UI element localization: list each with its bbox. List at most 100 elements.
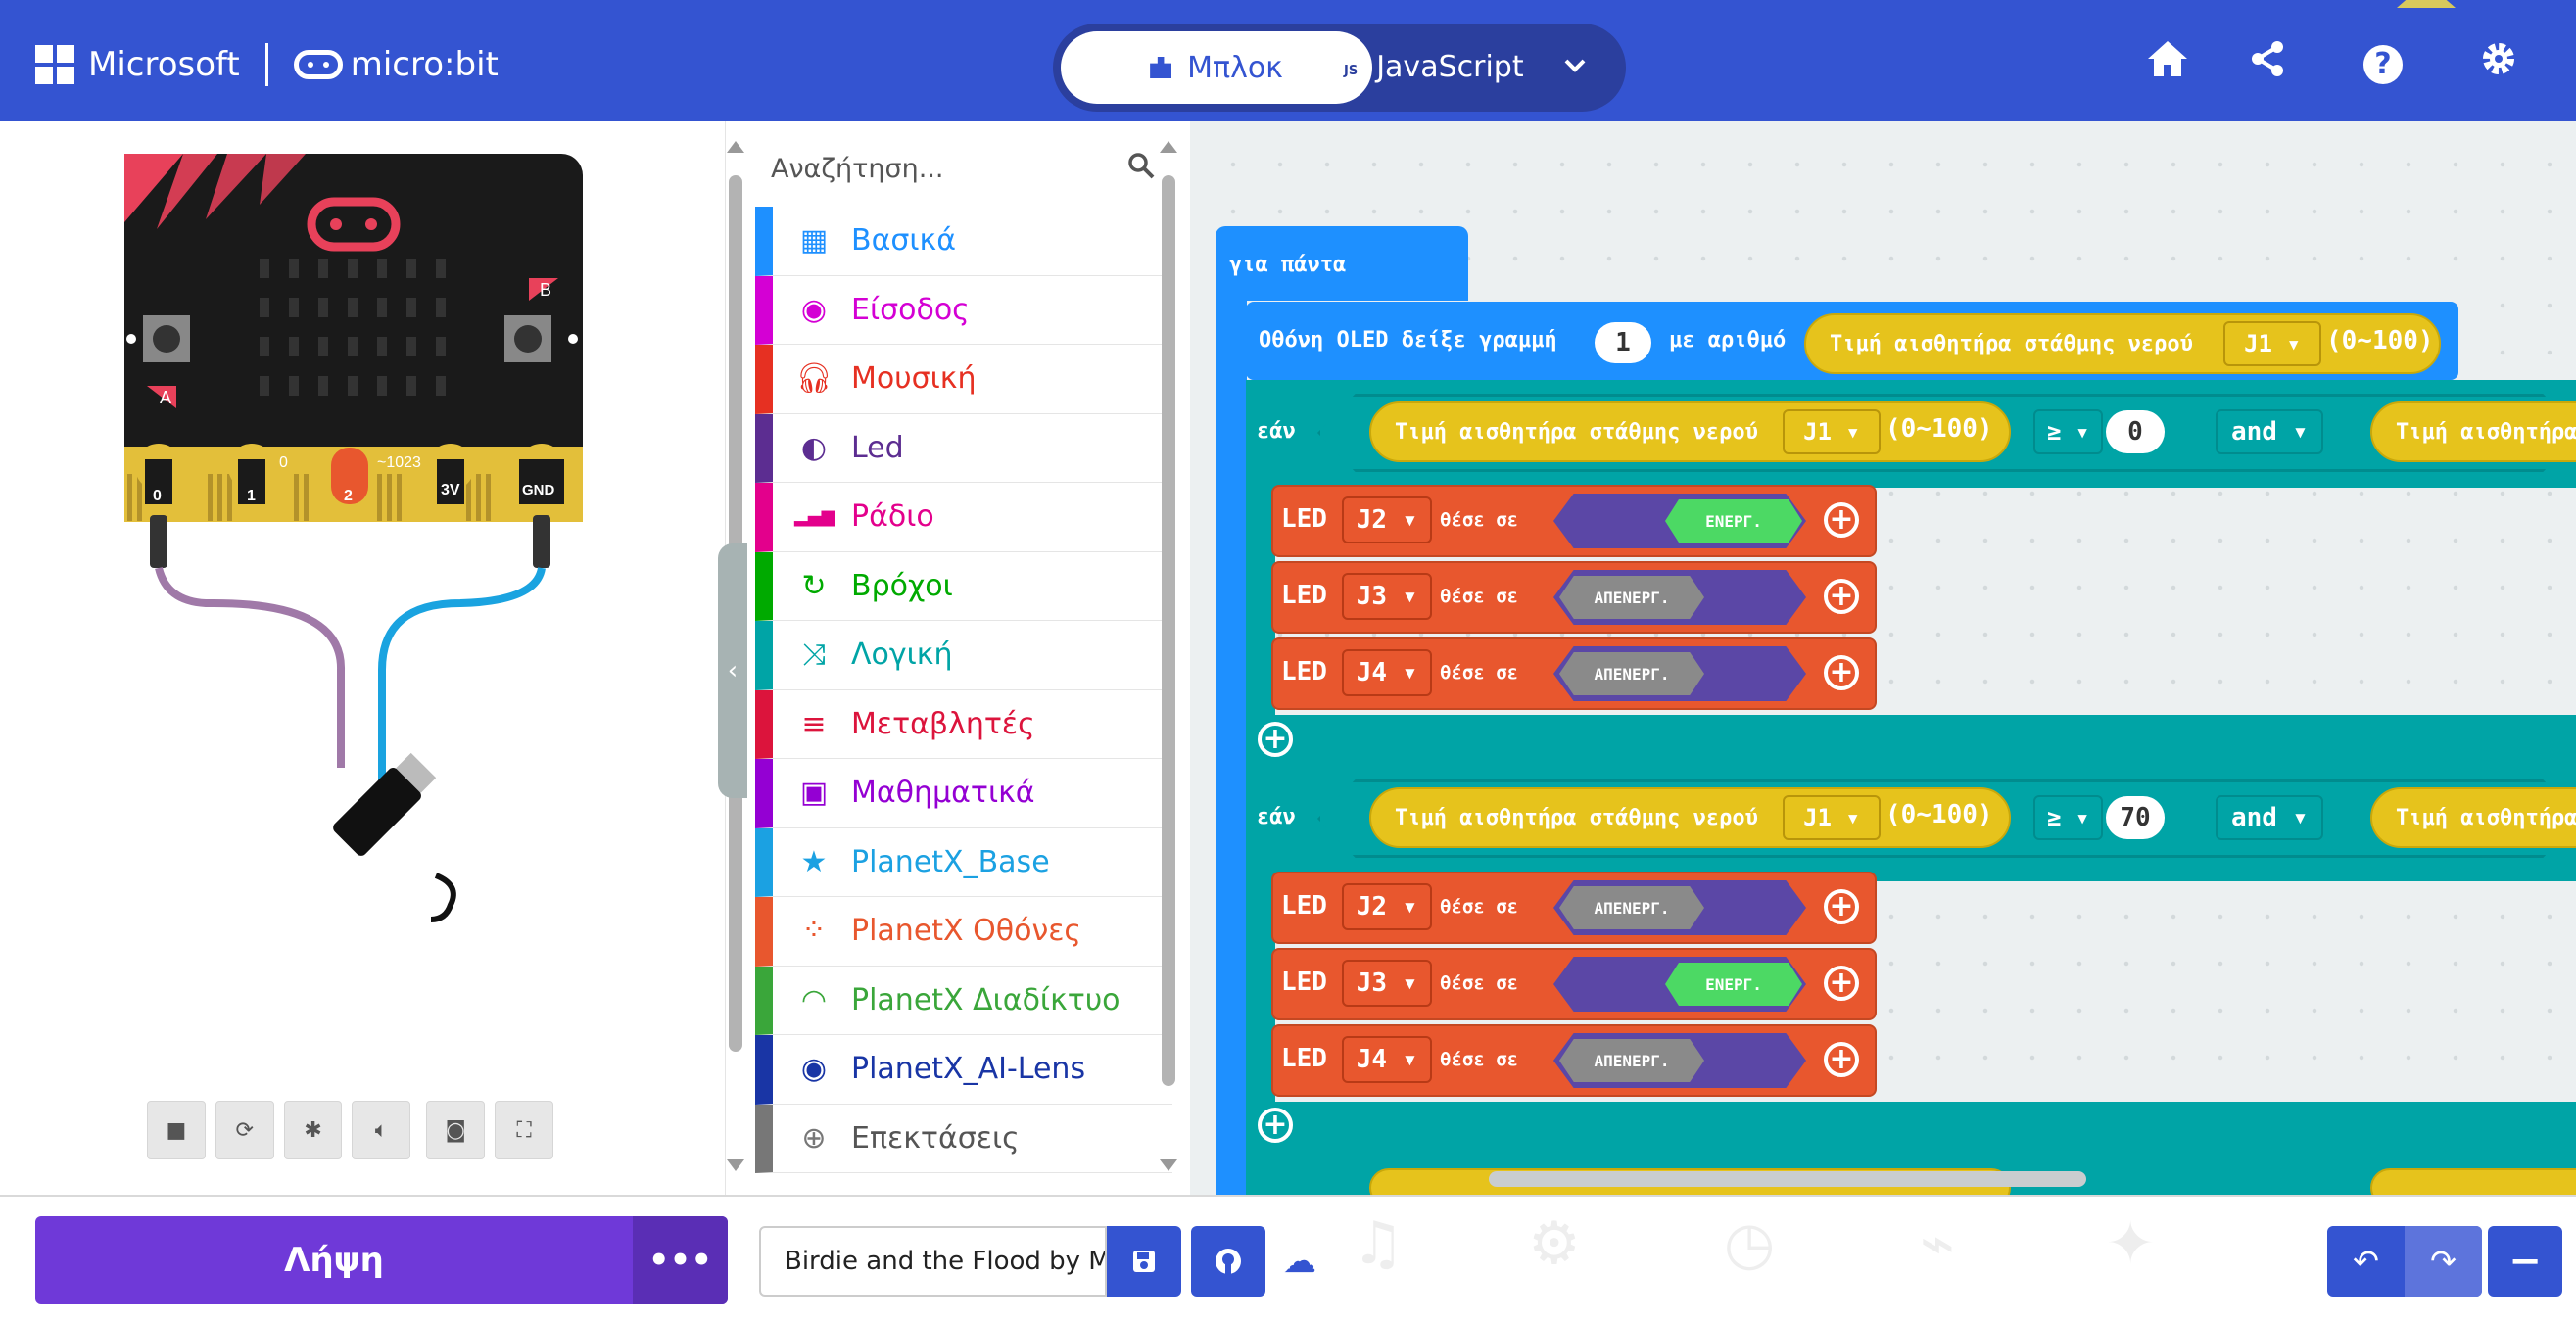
help-icon[interactable]: ? [2359,39,2408,84]
cloud-sync-icon[interactable]: ☁ [1283,1242,1316,1281]
home-icon[interactable] [2143,39,2192,87]
button-b-label: B [540,280,551,300]
add-parameter-icon[interactable]: + [1824,966,1859,1001]
settings-icon[interactable] [2474,39,2523,87]
add-parameter-icon[interactable]: + [1824,1042,1859,1077]
add-parameter-icon[interactable]: + [1824,502,1859,538]
add-else-icon[interactable]: + [1258,722,1293,757]
toolbox-scroll-down-icon[interactable] [1160,1159,1177,1171]
toolbox-category-11[interactable]: ◠ PlanetX Διαδίκτυο [755,966,1172,1035]
led-label: LED [1281,968,1327,997]
save-icon[interactable] [1107,1226,1181,1297]
led-pin-dropdown[interactable]: J3 ▾ [1342,960,1432,1007]
shuffle-icon: ⤨ [802,637,826,673]
toolbox-category-13[interactable]: ⊕ Επεκτάσεις [755,1104,1172,1173]
add-parameter-icon[interactable]: + [1824,889,1859,924]
led-off-value[interactable]: ΑΠΕΝΕΡΓ. [1559,576,1704,619]
toolbox-category-label: PlanetX Οθόνες [851,914,1082,949]
headphones-icon: 🎧︎ [794,361,834,397]
scroll-up-arrow-icon[interactable] [727,141,744,153]
more-options-button[interactable]: ••• [633,1216,728,1304]
compare-operator-1[interactable]: ≥ ▾ [2033,409,2104,454]
compare-value-1[interactable]: 0 [2106,410,2165,453]
share-icon[interactable] [2243,39,2292,87]
project-name-input[interactable]: Birdie and the Flood by M [759,1226,1107,1297]
pin-3v-label: 3V [441,482,460,498]
sound-icon[interactable]: 🔈︎ [352,1101,411,1159]
undo-icon[interactable]: ↶ [2327,1226,2405,1297]
toolbox-category-2[interactable]: 🎧︎ Μουσική [755,345,1172,414]
tab-javascript[interactable]: JS JavaScript [1339,45,1524,88]
restart-icon[interactable]: ⟳ [215,1101,274,1159]
toolbox-category-4[interactable]: ▂▄▆ Ράδιο [755,483,1172,552]
toolbox-category-7[interactable]: ≡ Μεταβλητές [755,689,1172,759]
condition-sensor-block-2b[interactable]: Τιμή αισθητήρα [2370,787,2576,848]
javascript-icon: JS [1339,53,1363,80]
add-parameter-icon[interactable]: + [1824,655,1859,690]
toolbox-category-0[interactable]: ▦ Βασικά [755,207,1172,276]
compare-value-2[interactable]: 70 [2106,796,2165,839]
add-parameter-icon[interactable]: + [1824,579,1859,614]
toolbox-search[interactable]: Αναζήτηση... [755,139,1172,198]
microbit-simulator[interactable]: A B 0 1 2 3V GND 0 ~1023 [0,121,725,1003]
pin-gnd-label: GND [522,482,555,498]
microsoft-label: Microsoft [88,45,240,84]
oled-line-input[interactable]: 1 [1595,322,1651,363]
stop-icon[interactable]: ■ [147,1101,206,1159]
toolbox-category-5[interactable]: ↻ Βρόχοι [755,551,1172,621]
condition-sensor-block-1b[interactable]: Τιμή αισθητήρα [2370,401,2576,462]
led-on-value[interactable]: ΕΝΕΡΓ. [1665,963,1802,1006]
compare-operator-2[interactable]: ≥ ▾ [2033,795,2104,840]
toolbox-category-6[interactable]: ⤨ Λογική [755,621,1172,690]
language-dropdown-chevron-icon[interactable] [1562,49,1588,83]
led-set-label: θέσε σε [1440,662,1519,684]
led-off-value[interactable]: ΑΠΕΝΕΡΓ. [1559,886,1704,929]
collapse-simulator-button[interactable]: ‹ [718,543,747,798]
brand-logo[interactable]: Microsoft micro:bit [35,43,499,86]
calculator-icon: ▣ [799,776,829,811]
led-pin-dropdown[interactable]: J2 ▾ [1342,496,1432,543]
search-icon[interactable] [1127,152,1155,186]
sensor-label: Τιμή αισθητήρα στάθμης νερού [1830,331,2193,356]
led-pin-dropdown[interactable]: J4 ▾ [1342,1036,1432,1083]
microsoft-logo-icon [35,45,74,84]
toolbox-category-8[interactable]: ▣ Μαθηματικά [755,759,1172,828]
debug-icon[interactable]: ✱ [283,1101,343,1159]
tab-blocks[interactable]: Μπλοκ [1061,31,1372,104]
toolbox-category-10[interactable]: ⁘ PlanetX Οθόνες [755,897,1172,967]
led-off-value[interactable]: ΑΠΕΝΕΡΓ. [1559,1039,1704,1082]
toolbox-category-1[interactable]: ◉ Είσοδος [755,275,1172,345]
condition-range-label-1: (0~100) [1885,414,1993,444]
scroll-down-arrow-icon[interactable] [727,1159,744,1171]
pin0-value: 0 [279,454,288,471]
toolbox-category-3[interactable]: ◐ Led [755,413,1172,483]
toolbox-category-9[interactable]: ★ PlanetX_Base [755,827,1172,897]
and-operator-1[interactable]: and ▾ [2216,409,2324,454]
fullscreen-icon[interactable]: ⛶ [495,1101,553,1159]
toolbox-scroll-up-icon[interactable] [1160,141,1177,153]
github-icon[interactable] [1191,1226,1265,1297]
led-pin-dropdown[interactable]: J2 ▾ [1342,883,1432,930]
puzzle-piece-icon [1150,57,1172,78]
search-input[interactable]: Αναζήτηση... [771,154,944,184]
zoom-out-icon[interactable]: − [2488,1226,2562,1297]
screenshot-icon[interactable]: ◙ [426,1101,486,1159]
led-pin-dropdown[interactable]: J3 ▾ [1342,573,1432,620]
add-else-icon[interactable]: + [1258,1108,1293,1143]
condition-pin-dropdown-2[interactable]: J1 ▾ [1783,795,1881,840]
redo-icon[interactable]: ↷ [2405,1226,2482,1297]
forever-block-body [1216,294,1247,1214]
workspace-horizontal-scrollbar[interactable] [1489,1171,2086,1187]
led-pin-dropdown[interactable]: J4 ▾ [1342,649,1432,696]
sensor-pin-dropdown[interactable]: J1 ▾ [2223,321,2321,366]
toolbox-scrollbar[interactable] [1162,175,1175,1086]
condition-pin-dropdown-1[interactable]: J1 ▾ [1783,409,1881,454]
toolbox-category-list: ▦ Βασικά ◉ Είσοδος 🎧︎ Μουσική ◐ Led ▂▄▆ Ράδιο ↻ Βρό… [755,207,1172,1173]
led-off-value[interactable]: ΑΠΕΝΕΡΓ. [1559,652,1704,695]
download-button[interactable]: Λήψη [35,1216,728,1304]
and-operator-2[interactable]: and ▾ [2216,795,2324,840]
decoration-icon: ✦ [2106,1209,2156,1278]
led-on-value[interactable]: ΕΝΕΡΓ. [1665,499,1802,543]
input-icon: ◉ [800,292,828,327]
toolbox-category-12[interactable]: ◉ PlanetX_AI-Lens [755,1035,1172,1105]
